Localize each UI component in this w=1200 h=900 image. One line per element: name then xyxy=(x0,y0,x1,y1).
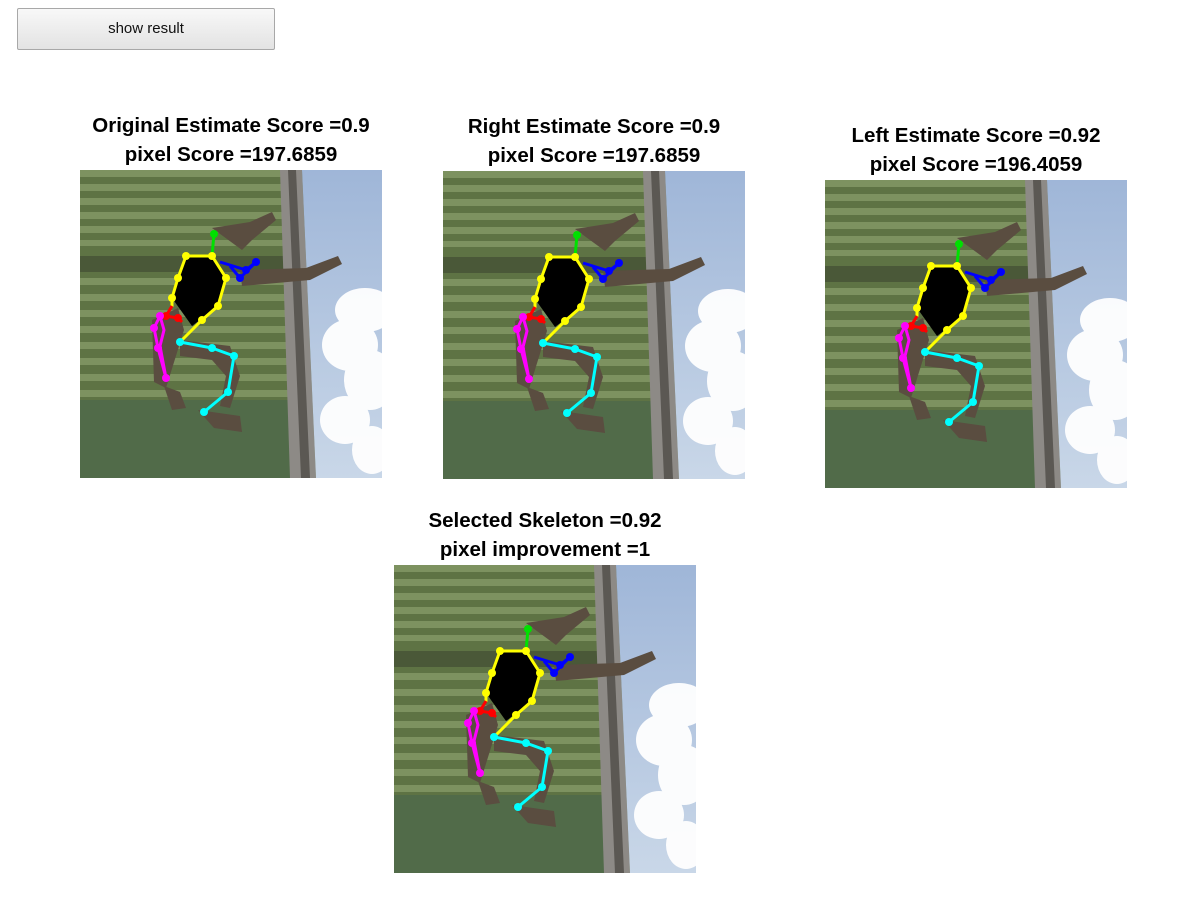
original-pixel-score-label: pixel Score =197.6859 xyxy=(124,143,338,166)
selected-skeleton-title: Selected Skeleton =0.92 pixel improvemen… xyxy=(334,506,756,564)
show-result-button[interactable]: show result xyxy=(17,8,275,50)
right-estimate-score-label: Right Estimate Score =0.9 xyxy=(467,115,721,138)
left-estimate-score-label: Left Estimate Score =0.92 xyxy=(851,124,1101,147)
original-estimate-title: Original Estimate Score =0.9 pixel Score… xyxy=(20,111,442,169)
original-estimate-score-label: Original Estimate Score =0.9 xyxy=(92,114,370,137)
pixel-improvement-label: pixel improvement =1 xyxy=(439,538,651,561)
left-estimate-title: Left Estimate Score =0.92 pixel Score =1… xyxy=(765,121,1187,179)
right-estimate-title: Right Estimate Score =0.9 pixel Score =1… xyxy=(383,112,805,170)
selected-skeleton-score-label: Selected Skeleton =0.92 xyxy=(428,509,662,532)
left-pixel-score-label: pixel Score =196.4059 xyxy=(869,153,1083,176)
selected-skeleton-image xyxy=(394,565,696,873)
right-estimate-image xyxy=(443,171,745,479)
right-pixel-score-label: pixel Score =197.6859 xyxy=(487,144,701,167)
left-estimate-image xyxy=(825,180,1127,488)
original-estimate-image xyxy=(80,170,382,478)
